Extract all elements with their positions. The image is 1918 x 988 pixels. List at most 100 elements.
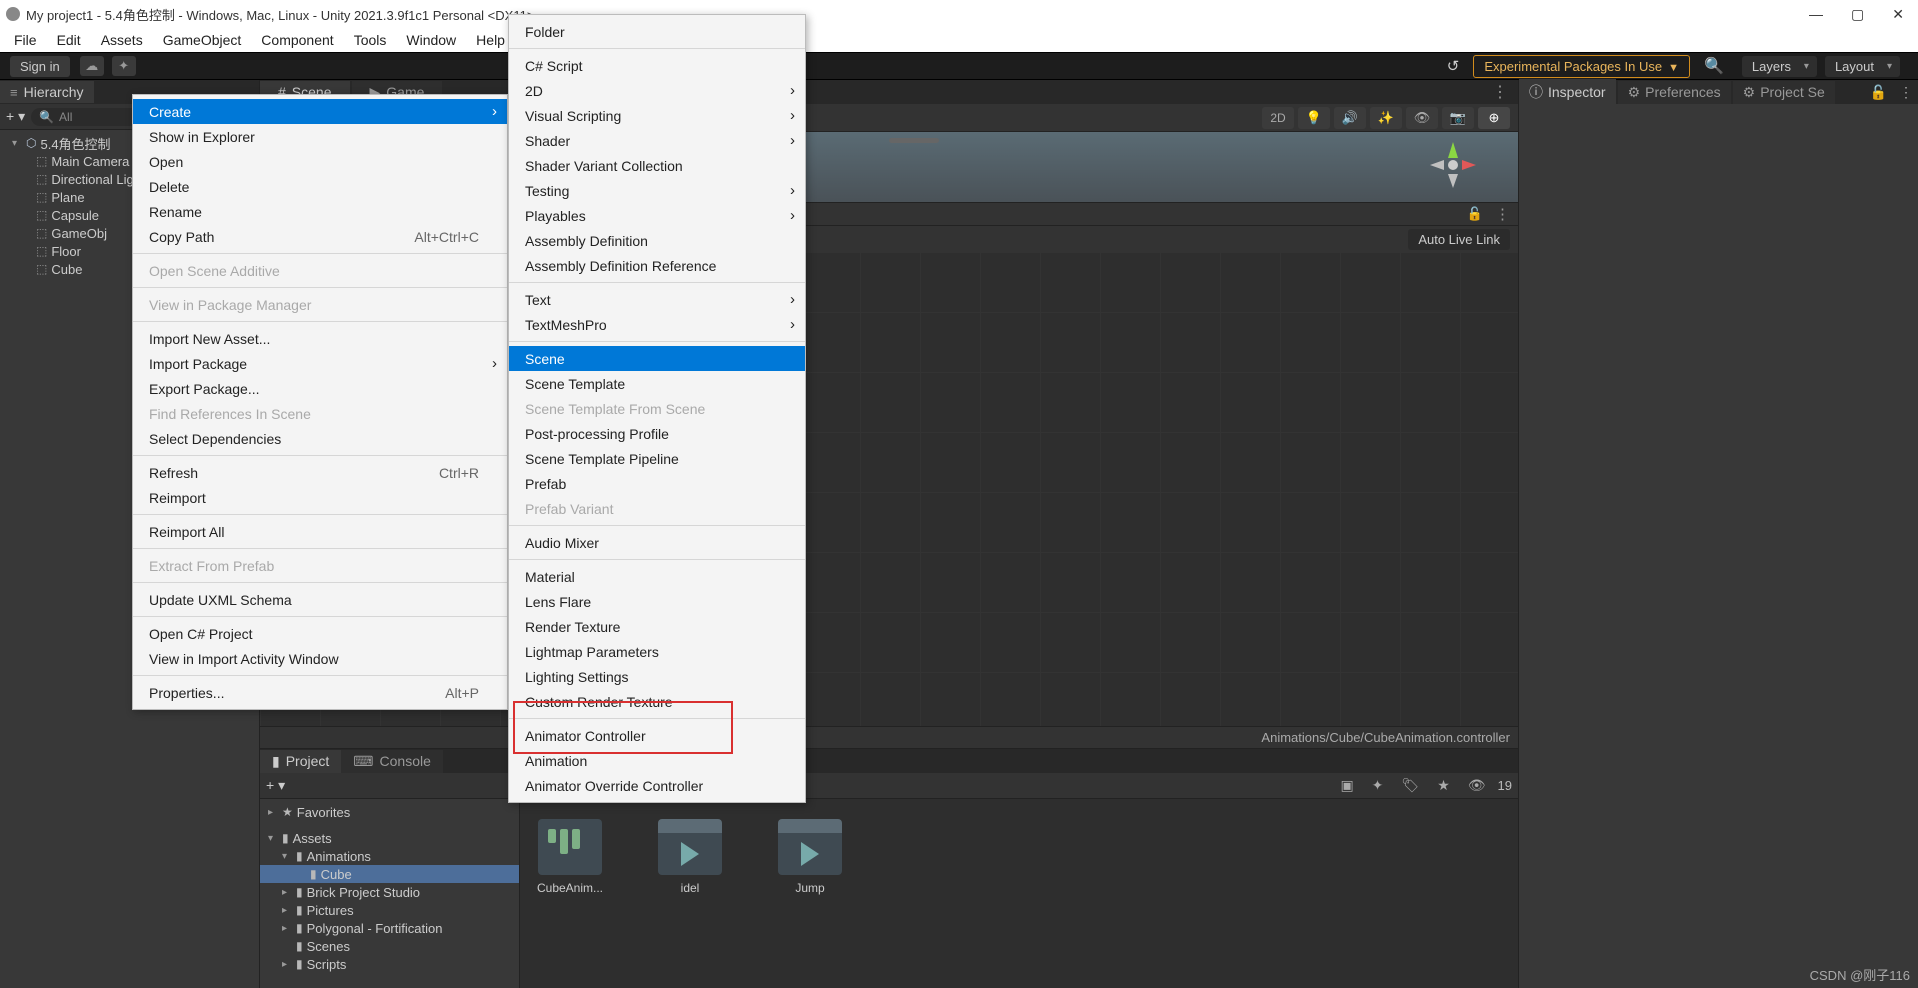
- menu-item-animator-controller[interactable]: Animator Controller: [509, 723, 805, 748]
- star-icon[interactable]: ★: [1431, 777, 1456, 794]
- favorites-filter-icon[interactable]: ✦: [1366, 777, 1390, 794]
- menu-item-delete[interactable]: Delete: [133, 174, 507, 199]
- menu-item-custom-render-texture[interactable]: Custom Render Texture: [509, 689, 805, 714]
- menu-gameobject[interactable]: GameObject: [153, 29, 252, 51]
- menu-item-assembly-definition[interactable]: Assembly Definition: [509, 228, 805, 253]
- project-settings-tab[interactable]: ⚙Project Se: [1733, 81, 1835, 104]
- menu-edit[interactable]: Edit: [47, 29, 91, 51]
- preferences-tab[interactable]: ⚙Preferences: [1618, 81, 1731, 104]
- menu-item-reimport-all[interactable]: Reimport All: [133, 519, 507, 544]
- menu-item-visual-scripting[interactable]: Visual Scripting: [509, 103, 805, 128]
- menu-item-lighting-settings[interactable]: Lighting Settings: [509, 664, 805, 689]
- menu-item-scene[interactable]: Scene: [509, 346, 805, 371]
- menu-item-animator-override-controller[interactable]: Animator Override Controller: [509, 773, 805, 798]
- fx-toggle-icon[interactable]: ✨: [1370, 107, 1402, 129]
- asset-item[interactable]: CubeAnim...: [530, 819, 610, 895]
- orientation-gizmo[interactable]: [1428, 140, 1478, 190]
- menu-item-rename[interactable]: Rename: [133, 199, 507, 224]
- lock-icon[interactable]: 🔓: [1467, 206, 1483, 222]
- label-filter-icon[interactable]: 🏷: [1395, 777, 1425, 794]
- close-button[interactable]: ✕: [1892, 6, 1904, 23]
- project-tab[interactable]: ▮Project: [260, 750, 341, 773]
- menu-item-lightmap-parameters[interactable]: Lightmap Parameters: [509, 639, 805, 664]
- assets-folder[interactable]: ▾▮Assets: [260, 829, 519, 847]
- spark-icon[interactable]: ✦: [112, 56, 136, 76]
- chevron-icon[interactable]: ▸: [282, 923, 292, 934]
- menu-item-reimport[interactable]: Reimport: [133, 485, 507, 510]
- favorites-row[interactable]: ▸★Favorites: [260, 803, 519, 821]
- history-icon[interactable]: ↺: [1447, 57, 1460, 75]
- layers-dropdown[interactable]: Layers: [1742, 56, 1817, 77]
- menu-item-view-in-import-activity-window[interactable]: View in Import Activity Window: [133, 646, 507, 671]
- hidden-icon[interactable]: 👁: [1462, 777, 1492, 794]
- menu-item-text[interactable]: Text: [509, 287, 805, 312]
- menu-item-refresh[interactable]: RefreshCtrl+R: [133, 460, 507, 485]
- menu-item-folder[interactable]: Folder: [509, 19, 805, 44]
- cloud-icon[interactable]: ☁: [80, 56, 104, 76]
- folder-brick[interactable]: ▸▮Brick Project Studio: [260, 883, 519, 901]
- menu-file[interactable]: File: [4, 29, 47, 51]
- folder-scenes[interactable]: ▮Scenes: [260, 937, 519, 955]
- chevron-icon[interactable]: ▸: [282, 887, 292, 898]
- menu-assets[interactable]: Assets: [91, 29, 153, 51]
- camera-icon[interactable]: 📷: [1442, 107, 1474, 129]
- menu-item-post-processing-profile[interactable]: Post-processing Profile: [509, 421, 805, 446]
- menu-item-create[interactable]: Create: [133, 99, 507, 124]
- chevron-icon[interactable]: ▾: [268, 833, 278, 844]
- chevron-icon[interactable]: ▾: [282, 851, 292, 862]
- filter-icon[interactable]: ▣: [1334, 777, 1359, 794]
- project-create-dropdown[interactable]: + ▾: [266, 777, 285, 794]
- search-icon[interactable]: 🔍: [1704, 56, 1724, 76]
- folder-cube[interactable]: ▮Cube: [260, 865, 519, 883]
- sign-in-button[interactable]: Sign in: [10, 56, 70, 77]
- audio-toggle-icon[interactable]: 🔊: [1334, 107, 1366, 129]
- menu-item-copy-path[interactable]: Copy PathAlt+Ctrl+C: [133, 224, 507, 249]
- menu-item-shader-variant-collection[interactable]: Shader Variant Collection: [509, 153, 805, 178]
- hierarchy-tab[interactable]: ≡Hierarchy: [0, 81, 94, 103]
- menu-item-scene-template-pipeline[interactable]: Scene Template Pipeline: [509, 446, 805, 471]
- gizmo-toggle-icon[interactable]: ⊕: [1478, 107, 1510, 129]
- menu-item-export-package-[interactable]: Export Package...: [133, 376, 507, 401]
- menu-item-testing[interactable]: Testing: [509, 178, 805, 203]
- chevron-icon[interactable]: ▸: [282, 959, 292, 970]
- menu-item-2d[interactable]: 2D: [509, 78, 805, 103]
- menu-tools[interactable]: Tools: [344, 29, 397, 51]
- folder-scripts[interactable]: ▸▮Scripts: [260, 955, 519, 973]
- menu-item-update-uxml-schema[interactable]: Update UXML Schema: [133, 587, 507, 612]
- menu-item-playables[interactable]: Playables: [509, 203, 805, 228]
- menu-item-show-in-explorer[interactable]: Show in Explorer: [133, 124, 507, 149]
- menu-item-audio-mixer[interactable]: Audio Mixer: [509, 530, 805, 555]
- menu-window[interactable]: Window: [396, 29, 466, 51]
- maximize-button[interactable]: ▢: [1851, 6, 1864, 23]
- menu-item-open-c-project[interactable]: Open C# Project: [133, 621, 507, 646]
- menu-item-properties-[interactable]: Properties...Alt+P: [133, 680, 507, 705]
- minimize-button[interactable]: —: [1809, 6, 1823, 23]
- folder-polygonal[interactable]: ▸▮Polygonal - Fortification: [260, 919, 519, 937]
- folder-pictures[interactable]: ▸▮Pictures: [260, 901, 519, 919]
- menu-item-shader[interactable]: Shader: [509, 128, 805, 153]
- chevron-down-icon[interactable]: ▾: [12, 138, 22, 149]
- view-2d-toggle[interactable]: 2D: [1262, 107, 1294, 129]
- folder-animations[interactable]: ▾▮Animations: [260, 847, 519, 865]
- menu-item-c-script[interactable]: C# Script: [509, 53, 805, 78]
- drag-handle-icon[interactable]: [889, 138, 939, 143]
- animator-kebab[interactable]: ⋮: [1495, 205, 1510, 223]
- layout-dropdown[interactable]: Layout: [1825, 56, 1900, 77]
- inspector-tab[interactable]: ⓘInspector: [1519, 79, 1616, 105]
- menu-item-prefab[interactable]: Prefab: [509, 471, 805, 496]
- menu-component[interactable]: Component: [251, 29, 343, 51]
- menu-item-render-texture[interactable]: Render Texture: [509, 614, 805, 639]
- chevron-icon[interactable]: ▸: [282, 905, 292, 916]
- menu-item-select-dependencies[interactable]: Select Dependencies: [133, 426, 507, 451]
- menu-item-material[interactable]: Material: [509, 564, 805, 589]
- menu-item-open[interactable]: Open: [133, 149, 507, 174]
- lighting-toggle-icon[interactable]: 💡: [1298, 107, 1330, 129]
- menu-item-lens-flare[interactable]: Lens Flare: [509, 589, 805, 614]
- menu-item-assembly-definition-reference[interactable]: Assembly Definition Reference: [509, 253, 805, 278]
- auto-live-link-button[interactable]: Auto Live Link: [1408, 229, 1510, 250]
- menu-item-import-new-asset-[interactable]: Import New Asset...: [133, 326, 507, 351]
- menu-item-import-package[interactable]: Import Package: [133, 351, 507, 376]
- experimental-packages-button[interactable]: Experimental Packages In Use▼: [1473, 55, 1690, 78]
- visibility-toggle-icon[interactable]: 👁: [1406, 107, 1438, 129]
- menu-item-animation[interactable]: Animation: [509, 748, 805, 773]
